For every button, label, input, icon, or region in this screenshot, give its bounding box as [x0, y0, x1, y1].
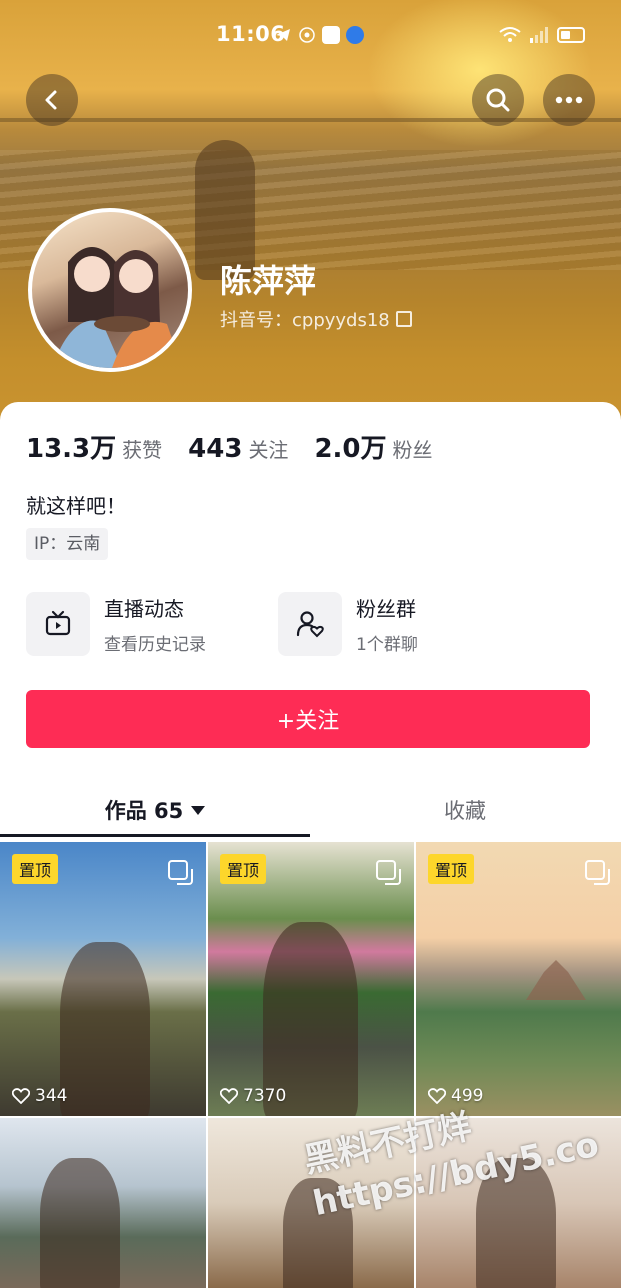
avatar[interactable]	[28, 208, 192, 372]
search-icon	[486, 88, 510, 112]
status-bar: 11:06	[0, 20, 621, 52]
stat-likes[interactable]: 13.3万 获赞	[26, 428, 162, 465]
heart-icon	[12, 1088, 30, 1104]
video-likes-count: 7370	[243, 1086, 287, 1106]
fan-group-entry[interactable]: 粉丝群 1个群聊	[278, 592, 418, 656]
heart-icon	[220, 1088, 238, 1104]
horizon-line	[0, 118, 621, 122]
video-card[interactable]	[0, 1118, 206, 1288]
multi-image-icon	[168, 860, 193, 885]
video-likes: 7370	[220, 1086, 286, 1106]
video-thumbnail-temple	[526, 960, 586, 1000]
video-likes: 344	[12, 1086, 67, 1106]
chevron-left-icon	[45, 90, 57, 110]
video-thumbnail-figure	[60, 942, 150, 1116]
ip-location-tag: IP：云南	[26, 528, 109, 560]
more-button[interactable]	[543, 74, 595, 126]
active-tab-indicator	[0, 834, 310, 837]
hotspot-icon	[299, 27, 315, 43]
fan-group-title: 粉丝群	[356, 597, 416, 621]
stat-followers-label: 粉丝	[392, 438, 433, 462]
tab-favorites-label: 收藏	[444, 799, 486, 823]
stat-followers[interactable]: 2.0万 粉丝	[314, 428, 432, 465]
douyin-id[interactable]: 抖音号：cppyyds18	[220, 306, 412, 332]
tab-favorites[interactable]: 收藏	[310, 784, 620, 836]
signal-icon	[530, 27, 548, 43]
profile-bio: 就这样吧！	[26, 494, 126, 518]
live-history-subtitle: 查看历史记录	[104, 635, 206, 655]
douyin-id-text: 抖音号：cppyyds18	[220, 310, 390, 331]
stat-following-label: 关注	[248, 438, 289, 462]
profile-stats: 13.3万 获赞 443 关注 2.0万 粉丝	[26, 428, 459, 465]
browser-app-icon	[346, 26, 364, 44]
tv-icon	[26, 592, 90, 656]
video-card[interactable]: 置顶 7370	[208, 842, 414, 1116]
video-card[interactable]: 置顶 344	[0, 842, 206, 1116]
status-right-icons	[499, 26, 585, 44]
multi-image-icon	[585, 860, 610, 885]
fan-group-subtitle: 1个群聊	[356, 635, 418, 655]
pinned-badge: 置顶	[220, 854, 267, 884]
video-card[interactable]: 置顶 499	[416, 842, 621, 1116]
pinned-badge: 置顶	[428, 854, 475, 884]
video-thumbnail-figure	[40, 1158, 120, 1288]
stat-following-value: 443	[188, 434, 243, 464]
profile-tabs: 作品 65 收藏	[0, 784, 621, 840]
profile-nickname: 陈萍萍	[220, 262, 317, 300]
mail-app-icon	[322, 26, 340, 44]
wifi-icon	[499, 27, 521, 42]
more-dots-icon	[555, 96, 583, 104]
telegram-icon	[276, 29, 290, 41]
live-history-title: 直播动态	[104, 597, 184, 621]
heart-icon	[428, 1088, 446, 1104]
multi-image-icon	[376, 860, 401, 885]
stat-following[interactable]: 443 关注	[188, 434, 288, 464]
battery-icon	[557, 27, 585, 43]
stat-followers-value: 2.0万	[314, 434, 387, 464]
stat-likes-label: 获赞	[122, 438, 163, 462]
fan-group-icon	[278, 592, 342, 656]
tab-works[interactable]: 作品 65	[0, 784, 310, 836]
stat-likes-value: 13.3万	[26, 434, 117, 464]
video-grid: 置顶 344 置顶 7370 置顶 499	[0, 842, 621, 1288]
back-button[interactable]	[26, 74, 78, 126]
caret-down-icon	[191, 805, 206, 815]
search-button[interactable]	[472, 74, 524, 126]
pinned-badge: 置顶	[12, 854, 59, 884]
tab-works-label: 作品 65	[104, 799, 184, 823]
live-history-entry[interactable]: 直播动态 查看历史记录	[26, 592, 206, 656]
status-notification-icons	[274, 26, 364, 44]
copy-icon[interactable]	[395, 311, 412, 327]
video-likes-count: 344	[35, 1086, 68, 1106]
avatar-illustration	[52, 247, 182, 368]
follow-button[interactable]: +关注	[26, 690, 590, 748]
